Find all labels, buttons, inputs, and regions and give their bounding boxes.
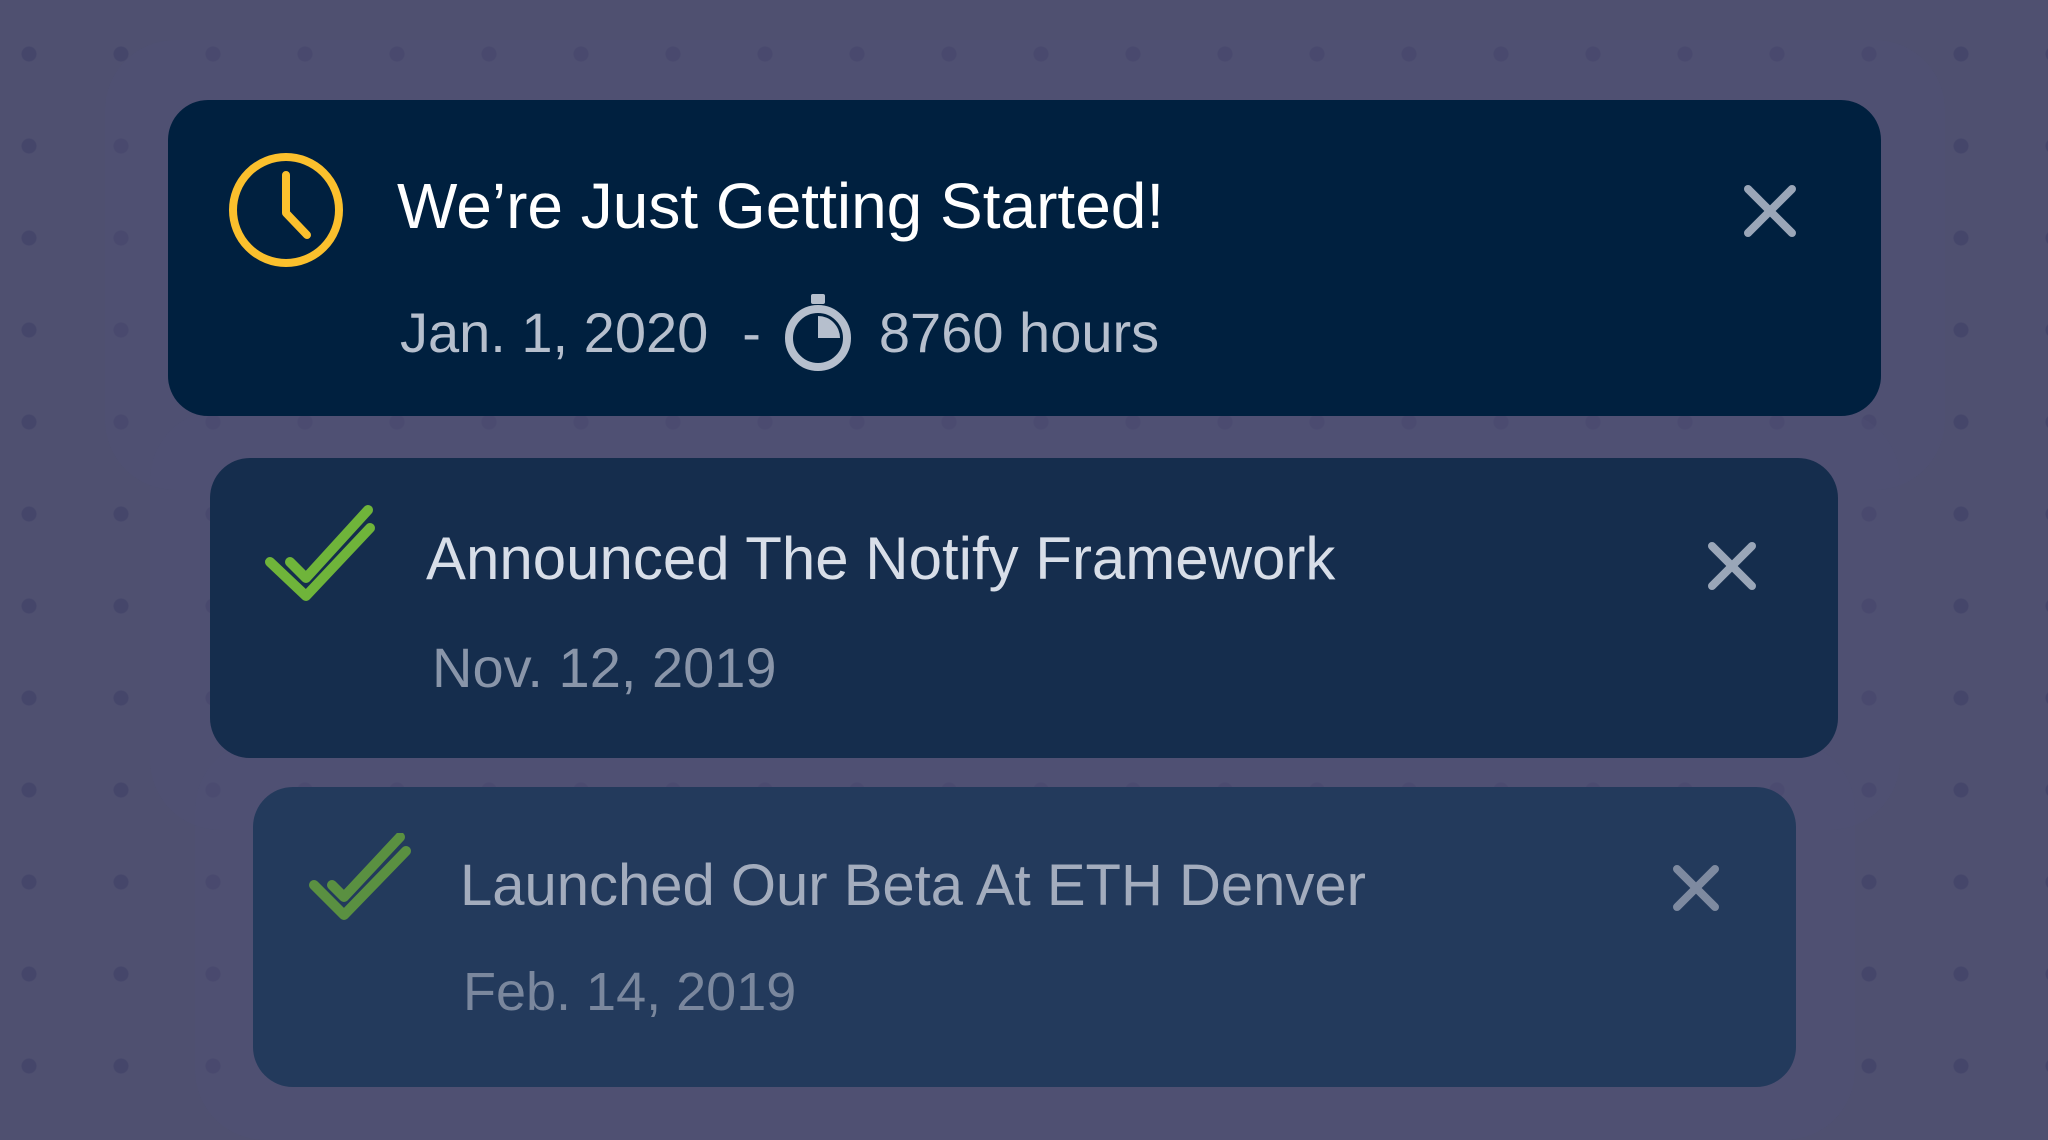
notification-date: Jan. 1, 2020 xyxy=(400,301,709,364)
meta-separator: - xyxy=(742,301,761,364)
notification-title: We’re Just Getting Started! xyxy=(397,170,1165,242)
notification-date: Nov. 12, 2019 xyxy=(432,636,777,699)
notification-meta: Jan. 1, 2020 - 8760 hours xyxy=(400,294,1159,372)
notification-meta: Feb. 14, 2019 xyxy=(463,965,796,1019)
double-check-icon xyxy=(265,505,375,601)
double-check-icon xyxy=(309,833,411,920)
clock-icon xyxy=(229,153,343,267)
notification-card[interactable]: Launched Our Beta At ETH Denver Feb. 14,… xyxy=(253,787,1796,1087)
notification-duration: 8760 hours xyxy=(878,301,1160,364)
close-icon[interactable] xyxy=(1742,183,1798,239)
close-icon[interactable] xyxy=(1706,540,1758,592)
notification-date: Feb. 14, 2019 xyxy=(463,962,797,1022)
notification-title: Announced The Notify Framework xyxy=(426,525,1336,592)
close-icon[interactable] xyxy=(1671,863,1721,913)
notification-title: Launched Our Beta At ETH Denver xyxy=(460,853,1366,918)
stopwatch-icon xyxy=(784,294,851,371)
notification-meta: Nov. 12, 2019 xyxy=(432,640,777,696)
notification-card[interactable]: We’re Just Getting Started! Jan. 1, 2020… xyxy=(168,100,1881,416)
notification-card[interactable]: Announced The Notify Framework Nov. 12, … xyxy=(210,458,1838,758)
